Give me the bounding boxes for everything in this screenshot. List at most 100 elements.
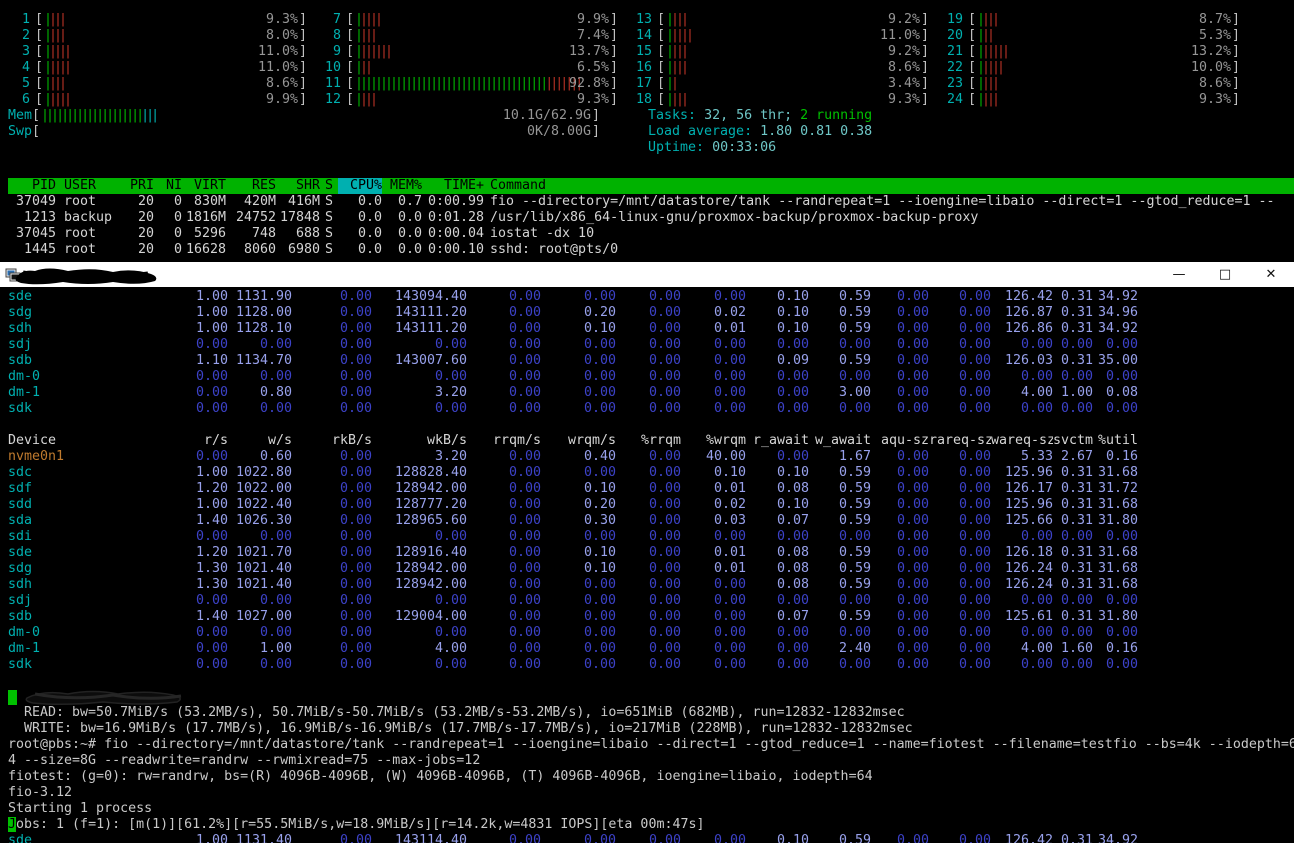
proc-col-mem[interactable]: MEM% <box>382 178 422 194</box>
iostat-cell: 0.59 <box>838 513 871 528</box>
iostat-cell: 0.00 <box>1105 625 1138 640</box>
process-cell: 0.0 <box>357 210 382 225</box>
cpu-load-value: 11.0% <box>257 44 298 59</box>
cpu-bar: |||| <box>977 76 1000 91</box>
proc-col-pri[interactable]: PRI <box>122 178 154 194</box>
iostat-cell: 0.00 <box>583 625 616 640</box>
process-cell: 0.0 <box>397 210 422 225</box>
load-average-line: Load average: 1.80 0.81 0.38 <box>648 124 873 139</box>
cpu-id: 20 <box>946 28 963 43</box>
maximize-button[interactable]: □ <box>1202 267 1248 283</box>
iostat-cell: 0.00 <box>776 449 809 464</box>
cpu-load-value: 9.9% <box>265 92 298 107</box>
iostat-cell: 0.00 <box>1105 529 1138 544</box>
cpu-id: 22 <box>946 60 963 75</box>
iostat-cell: 0.00 <box>1020 593 1053 608</box>
cpu-id: 9 <box>332 44 341 59</box>
proc-col-virt[interactable]: VIRT <box>182 178 226 194</box>
iostat-cell: 0.40 <box>583 449 616 464</box>
iostat-cell: 35.00 <box>1097 353 1138 368</box>
process-cell: 0:01.28 <box>427 210 484 225</box>
iostat-cell: 0.00 <box>583 353 616 368</box>
iostat-cell: 143114.40 <box>394 833 467 843</box>
iostat-cell: 0.00 <box>259 593 292 608</box>
process-row[interactable]: 37045 root 20 0 5296 748 688 S 0.0 0.0 0:00.04 iost… <box>8 226 1294 242</box>
iostat-table-block2: Device r/s w/s rkB/s wkB/s rrqm/s wrqm/s %rrqm%… <box>8 433 1138 673</box>
iostat-col-svctm: svctm <box>1053 433 1093 448</box>
cpu-meter-1: 1 [|||| 9.3%] <box>8 12 319 28</box>
process-cell: 830M <box>193 194 226 209</box>
iostat-cell: 1.00 <box>195 833 228 843</box>
minimize-button[interactable]: — <box>1156 267 1202 283</box>
iostat-cell: 0.31 <box>1060 545 1093 560</box>
iostat-cell: 0.31 <box>1060 833 1093 843</box>
proc-col-shr[interactable]: SHR <box>276 178 320 194</box>
iostat-cell: 0.00 <box>896 641 929 656</box>
iostat-cell: 0.00 <box>508 385 541 400</box>
proc-col-ni[interactable]: NI <box>154 178 182 194</box>
iostat-cell: 0.31 <box>1060 577 1093 592</box>
iostat-partial-table: sde 1.00 1131.40 0.00 143114.40 0.00 0.00 0.00 0… <box>8 833 1138 843</box>
iostat-cell: 0.00 <box>508 625 541 640</box>
iostat-cell: 0.00 <box>896 449 929 464</box>
iostat-cell: 0.10 <box>583 545 616 560</box>
proc-col-res[interactable]: RES <box>226 178 276 194</box>
process-cell: 17848 <box>279 210 320 225</box>
process-row[interactable]: 1213 backup 20 0 1816M 24752 17848 S 0.0 0.0 0:01.… <box>8 210 1294 226</box>
process-row[interactable]: 1445 root 20 0 16628 8060 6980 S 0.0 0.0 0:00.10 ss… <box>8 242 1294 258</box>
proc-col-command[interactable]: Command <box>484 178 1294 194</box>
proc-col-time[interactable]: TIME+ <box>422 178 484 194</box>
iostat-cell: 0.00 <box>259 337 292 352</box>
screen: 1[|||| 9.3%] 2[|||| 8.0%] 3[||||| 11.0%] 4[|||… <box>0 0 1294 843</box>
bracket: [ <box>35 92 44 107</box>
terminal-panel[interactable]: sde 1.00 1131.90 0.00 143094.40 0.00 0.00 0.00 0… <box>0 287 1294 843</box>
iostat-col-util: %util <box>1097 433 1138 448</box>
iostat-cell: 0.00 <box>648 353 681 368</box>
cpu-meter-21: 21 [|||||| 13.2%] <box>941 44 1252 60</box>
cpu-bar: |||||| <box>977 44 1010 59</box>
process-cell: root <box>64 226 97 241</box>
cpu-bar: |||| <box>44 12 67 27</box>
window-titlebar[interactable]: — □ ✕ <box>0 262 1294 287</box>
iostat-cell: 1027.00 <box>235 609 292 624</box>
cpu-load-value: 6.5% <box>576 60 609 75</box>
iostat-cell: 0.02 <box>713 305 746 320</box>
iostat-cell: 0.00 <box>896 513 929 528</box>
device-name: sdg <box>8 305 33 320</box>
bracket: ] <box>920 28 929 43</box>
iostat-cell: 0.00 <box>583 657 616 672</box>
htop-panel[interactable]: 1[|||| 9.3%] 2[|||| 8.0%] 3[||||| 11.0%] 4[|||… <box>0 0 1294 258</box>
iostat-cell: 128965.60 <box>394 513 467 528</box>
close-button[interactable]: ✕ <box>1248 267 1294 283</box>
cpu-bar: |||| <box>355 92 378 107</box>
iostat-cell: 0.00 <box>648 497 681 512</box>
iostat-cell: 0.00 <box>838 529 871 544</box>
iostat-cell: 0.00 <box>713 337 746 352</box>
iostat-cell: 0.00 <box>776 385 809 400</box>
iostat-cell: 143111.20 <box>394 321 467 336</box>
proc-col-cpu[interactable]: CPU% <box>338 178 382 194</box>
device-name: sda <box>8 513 33 528</box>
iostat-cell: 0.00 <box>508 833 541 843</box>
proc-col-user[interactable]: USER <box>56 178 122 194</box>
iostat-cell: 0.59 <box>838 465 871 480</box>
proc-col-pid[interactable]: PID <box>8 178 56 194</box>
iostat-cell: 0.00 <box>1060 337 1093 352</box>
iostat-cell: 126.42 <box>1004 833 1053 843</box>
iostat-cell: 1.00 <box>195 465 228 480</box>
iostat-cell: 0.00 <box>195 385 228 400</box>
iostat-cell: 128942.00 <box>394 481 467 496</box>
iostat-cell: 34.96 <box>1097 305 1138 320</box>
cpu-load-value: 13.7% <box>568 44 609 59</box>
iostat-cell: 0.00 <box>896 337 929 352</box>
proc-col-s[interactable]: S <box>320 178 338 194</box>
bracket: [ <box>346 28 355 43</box>
process-cell: 37045 <box>15 226 56 241</box>
iostat-cell: 0.00 <box>583 401 616 416</box>
iostat-cell: 0.00 <box>896 497 929 512</box>
iostat-cell: 0.10 <box>583 561 616 576</box>
swap-label: Swp <box>8 124 33 139</box>
iostat-cell: 0.00 <box>508 465 541 480</box>
iostat-cell: 0.00 <box>713 369 746 384</box>
process-row[interactable]: 37049 root 20 0 830M 420M 416M S 0.0 0.7 0:00.99 fi… <box>8 194 1294 210</box>
